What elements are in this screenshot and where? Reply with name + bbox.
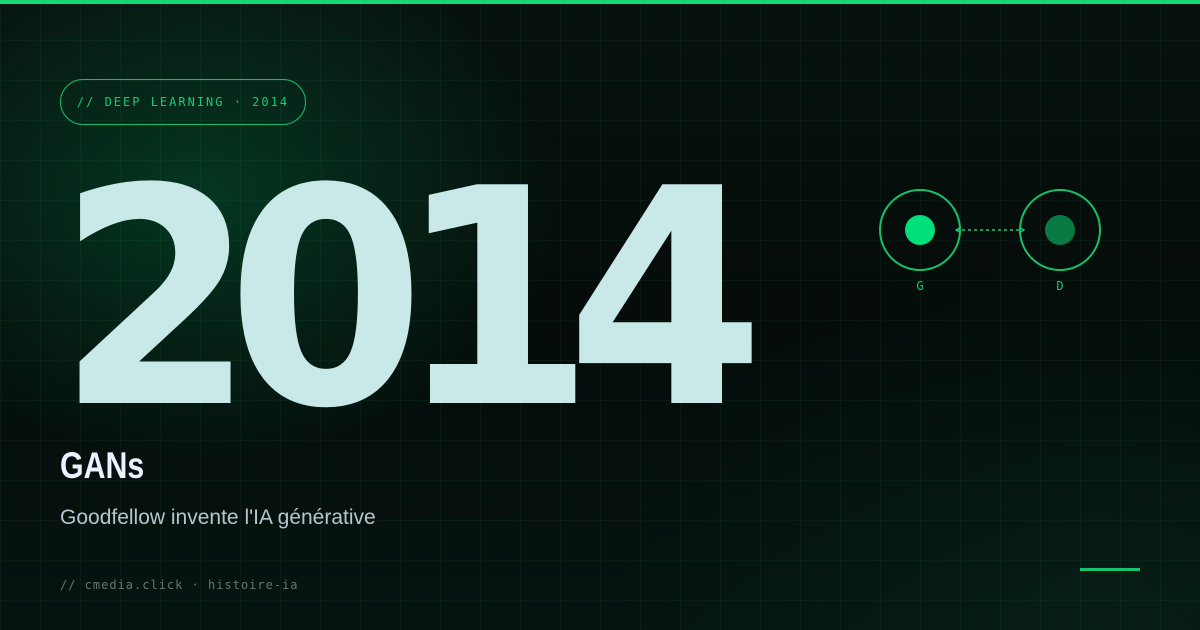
generator-label: G xyxy=(916,279,923,293)
discriminator-label: D xyxy=(1056,279,1063,293)
generator-node xyxy=(879,189,961,271)
gan-diagram: G D xyxy=(879,189,1101,293)
discriminator-node xyxy=(1019,189,1101,271)
